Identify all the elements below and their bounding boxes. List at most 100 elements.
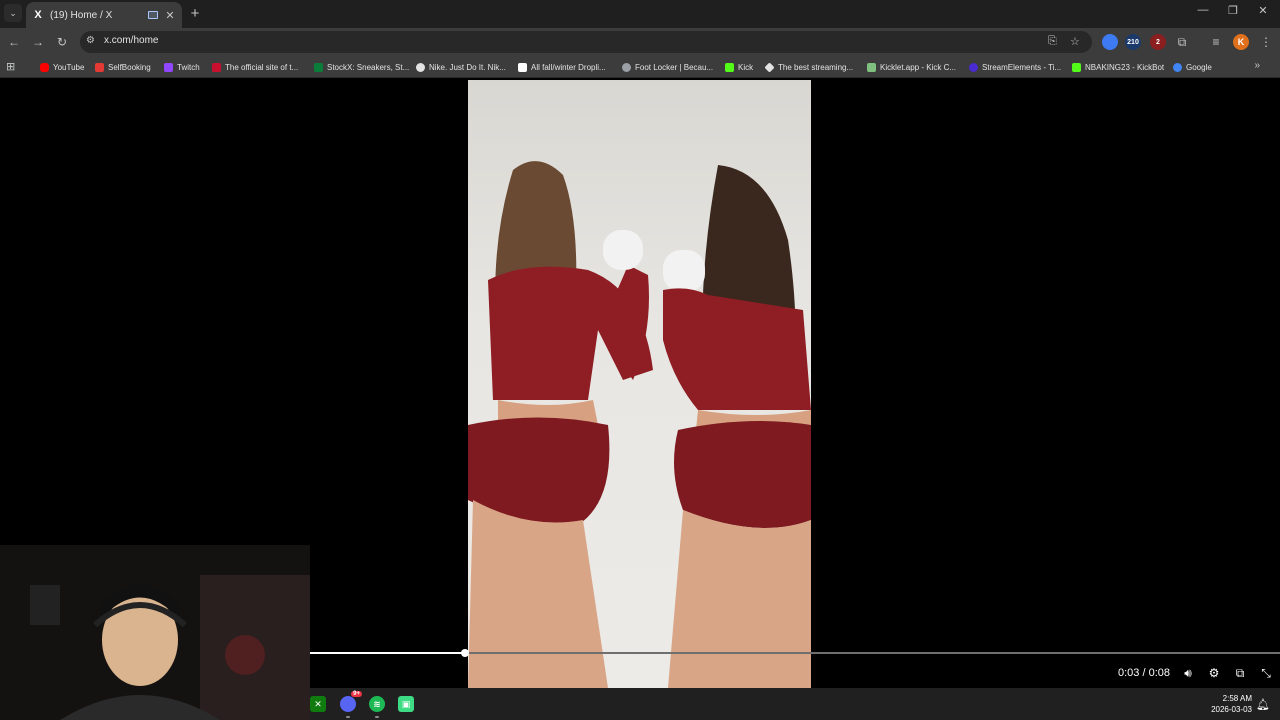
close-tab-icon[interactable]: ✕ bbox=[164, 9, 176, 22]
stockx-icon bbox=[314, 62, 323, 72]
bookmark-label: Nike. Just Do It. Nik... bbox=[429, 62, 506, 72]
tab-search-chevron-icon[interactable]: ⌄ bbox=[4, 4, 22, 22]
notification-bell-icon[interactable]: 🔔︎ bbox=[1256, 698, 1270, 711]
bookmark-label: Kick bbox=[738, 62, 754, 72]
droplist-icon bbox=[518, 62, 527, 72]
bookmark-footlocker[interactable]: Foot Locker | Becau... bbox=[622, 60, 713, 74]
kickbot-icon bbox=[1072, 62, 1081, 72]
new-tab-button[interactable]: + bbox=[188, 5, 202, 22]
bookmark-youtube[interactable]: YouTube bbox=[40, 60, 84, 74]
system-clock[interactable]: 2:58 AM 2026-03-03 bbox=[1211, 693, 1252, 715]
right-figure bbox=[663, 165, 811, 688]
running-indicator bbox=[375, 716, 379, 718]
address-bar[interactable]: ⚙ x.com/home ⎘ ☆ bbox=[80, 31, 1092, 53]
streaming-icon bbox=[764, 61, 775, 73]
bookmark-streamelements[interactable]: StreamElements - Ti... bbox=[969, 60, 1061, 74]
restore-window-button[interactable]: ❐ bbox=[1218, 4, 1248, 17]
discord-badge: 9+ bbox=[351, 691, 362, 697]
streamer-webcam-image bbox=[0, 545, 310, 720]
bookmarks-bar: ⊞ YouTube SelfBooking Twitch The officia… bbox=[0, 56, 1280, 78]
x-logo-icon: X bbox=[34, 9, 42, 21]
clock-date: 2026-03-03 bbox=[1211, 705, 1252, 714]
video-player[interactable] bbox=[468, 80, 811, 688]
android-icon[interactable]: ▣ bbox=[398, 696, 414, 712]
forward-button[interactable]: → bbox=[30, 34, 46, 50]
extension-red-icon[interactable]: 2 bbox=[1150, 34, 1166, 50]
settings-gear-icon[interactable]: ⚙ bbox=[1206, 665, 1222, 681]
back-button[interactable]: ← bbox=[6, 34, 22, 50]
video-progress-bar[interactable] bbox=[310, 649, 1280, 657]
site-info-icon[interactable]: ⚙ bbox=[86, 35, 95, 46]
bookmark-droplist[interactable]: All fall/winter Dropli... bbox=[518, 60, 606, 74]
video-frame-image bbox=[468, 161, 811, 688]
profile-initial: K bbox=[1237, 37, 1245, 47]
bookmark-selfbooking[interactable]: SelfBooking bbox=[95, 60, 151, 74]
bookmark-nike[interactable]: Nike. Just Do It. Nik... bbox=[416, 60, 506, 74]
picture-in-picture-icon[interactable]: ⧉ bbox=[1232, 665, 1248, 681]
extension-blue-icon[interactable] bbox=[1102, 34, 1118, 50]
bookmark-label: Kicklet.app - Kick C... bbox=[880, 62, 957, 72]
twitch-icon bbox=[164, 62, 173, 72]
bookmark-kickbot[interactable]: NBAKING23 - KickBot bbox=[1072, 60, 1164, 74]
reload-button[interactable]: ↻ bbox=[54, 34, 70, 50]
spotify-icon[interactable]: ≋ bbox=[369, 696, 385, 712]
media-playing-icon[interactable] bbox=[148, 11, 158, 19]
minimize-window-button[interactable]: — bbox=[1188, 4, 1218, 16]
bookmark-nba[interactable]: The official site of t... bbox=[212, 60, 298, 74]
tab-home-x[interactable]: X (19) Home / X ✕ bbox=[26, 2, 182, 28]
tab-strip: ⌄ X (19) Home / X ✕ + — ❐ ✕ bbox=[0, 0, 1280, 28]
browser-menu-icon[interactable]: ⋮ bbox=[1258, 34, 1274, 50]
install-app-icon[interactable]: ⎘ bbox=[1048, 35, 1057, 48]
running-indicator bbox=[346, 716, 350, 718]
clock-time: 2:58 AM bbox=[1222, 694, 1252, 703]
selfbooking-icon bbox=[95, 62, 104, 72]
url-text: x.com/home bbox=[104, 35, 159, 46]
webcam-overlay bbox=[0, 545, 310, 720]
bookmark-label: SelfBooking bbox=[108, 62, 151, 72]
extension-counter-icon[interactable]: 210 bbox=[1125, 34, 1141, 50]
volume-icon[interactable]: 🔊︎ bbox=[1180, 665, 1196, 681]
extension-counter-badge: 210 bbox=[1127, 38, 1139, 46]
bookmark-twitch[interactable]: Twitch bbox=[164, 60, 200, 74]
bookmark-label: The official site of t... bbox=[225, 62, 299, 72]
google-icon bbox=[1173, 62, 1182, 72]
bookmark-stockx[interactable]: StockX: Sneakers, St... bbox=[314, 60, 409, 74]
bookmark-label: NBAKING23 - KickBot bbox=[1085, 62, 1165, 72]
bookmark-label: YouTube bbox=[53, 62, 85, 72]
discord-icon[interactable]: 9+ bbox=[340, 691, 362, 712]
youtube-icon bbox=[40, 62, 49, 72]
extensions-puzzle-icon[interactable]: ⧉ bbox=[1174, 34, 1190, 50]
bookmark-kick[interactable]: Kick bbox=[725, 60, 753, 74]
apps-grid-icon[interactable]: ⊞ bbox=[6, 60, 15, 73]
bookmark-label: Google bbox=[1186, 62, 1212, 72]
left-figure bbox=[468, 161, 653, 688]
kick-icon bbox=[725, 62, 734, 72]
exit-fullscreen-icon[interactable]: ⤡ bbox=[1258, 665, 1274, 681]
bookmark-star-icon[interactable]: ☆ bbox=[1070, 35, 1080, 48]
profile-avatar[interactable]: K bbox=[1233, 34, 1249, 50]
video-time-label: 0:03 / 0:08 bbox=[1118, 667, 1170, 679]
bookmark-label: Twitch bbox=[177, 62, 200, 72]
bookmark-label: StreamElements - Ti... bbox=[982, 62, 1062, 72]
bookmark-label: StockX: Sneakers, St... bbox=[327, 62, 410, 72]
media-controls-icon[interactable]: ≡ bbox=[1208, 34, 1224, 50]
tab-title: (19) Home / X bbox=[50, 9, 113, 21]
taskbar: ✕ 9+ ≋ ▣ 2:58 AM 2026-03-03 🔔︎ bbox=[310, 688, 1280, 720]
bookmark-kicklet[interactable]: Kicklet.app - Kick C... bbox=[867, 60, 956, 74]
footlocker-icon bbox=[622, 62, 631, 72]
bookmark-google[interactable]: Google bbox=[1173, 60, 1212, 74]
video-scrub-handle[interactable] bbox=[461, 649, 469, 657]
streamelements-icon bbox=[969, 62, 978, 72]
close-window-button[interactable]: ✕ bbox=[1248, 4, 1278, 17]
xbox-icon[interactable]: ✕ bbox=[310, 696, 326, 712]
more-bookmarks-icon[interactable]: » bbox=[1254, 60, 1260, 71]
video-controls: 0:03 / 0:08 🔊︎ ⚙ ⧉ ⤡ bbox=[1118, 663, 1274, 683]
browser-toolbar: ← → ↻ ⚙ x.com/home ⎘ ☆ 210 2 ⧉ ≡ K ⋮ bbox=[0, 28, 1280, 56]
bookmark-streaming[interactable]: The best streaming... bbox=[764, 60, 853, 74]
extension-red-badge: 2 bbox=[1156, 38, 1160, 46]
video-progress-fill bbox=[310, 652, 465, 654]
nba-icon bbox=[212, 62, 221, 72]
kicklet-icon bbox=[867, 62, 876, 72]
bookmark-label: Foot Locker | Becau... bbox=[635, 62, 714, 72]
nike-icon bbox=[416, 62, 425, 72]
